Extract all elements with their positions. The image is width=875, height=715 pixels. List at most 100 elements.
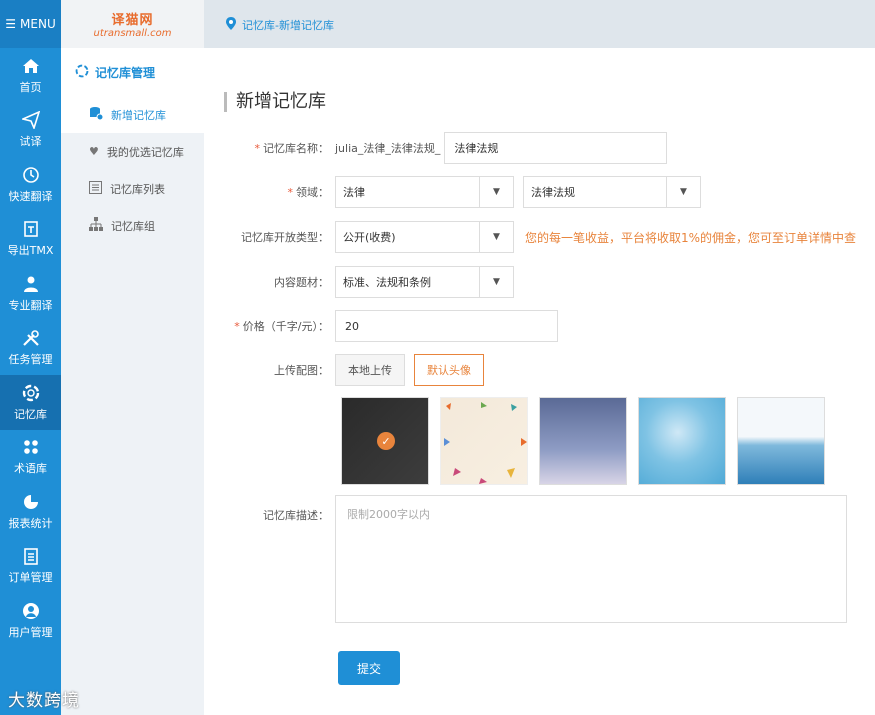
description-label: 记忆库描述： [263, 509, 329, 522]
translator-icon [21, 274, 41, 294]
paper-plane-icon [21, 110, 41, 130]
nav-item-pro-translate[interactable]: 专业翻译 [0, 266, 61, 321]
subdomain-select[interactable]: 法律法规 ▼ [523, 176, 701, 208]
subnav-title: 记忆库管理 [61, 48, 204, 96]
local-upload-button[interactable]: 本地上传 [335, 354, 405, 386]
logo-text-cn: 译猫网 [111, 13, 154, 28]
subnav-item-label: 新增记忆库 [111, 108, 166, 122]
nav-label: 快速翻译 [8, 189, 53, 203]
home-icon [21, 56, 41, 76]
logo-text-en: utransmall.com [93, 28, 172, 39]
nav-label: 专业翻译 [8, 298, 53, 312]
nav-label: 报表统计 [8, 516, 53, 530]
nav-label: 首页 [19, 80, 42, 94]
page-title: 新增记忆库 [224, 92, 326, 112]
commission-note: 您的每一笔收益，平台将收取1%的佣金，您可至订单详情中查 [525, 230, 857, 245]
nav-item-quick-translate[interactable]: 快速翻译 [0, 157, 61, 212]
subnav-item-groups[interactable]: 记忆库组 [61, 207, 204, 244]
nav-item-export-tmx[interactable]: 导出TMX [0, 212, 61, 267]
open-type-label: 记忆库开放类型： [241, 231, 329, 244]
lifebuoy-icon [75, 64, 89, 81]
clock-icon [21, 165, 41, 185]
cover-image-option[interactable] [440, 397, 528, 485]
open-type-select[interactable]: 公开(收费) ▼ [335, 221, 514, 253]
export-icon [21, 219, 41, 239]
default-avatar-button[interactable]: 默认头像 [414, 354, 484, 386]
clipboard-icon [21, 546, 41, 566]
cover-image-option[interactable]: ✓ [341, 397, 429, 485]
cover-image-option[interactable] [737, 397, 825, 485]
nav-label: 用户管理 [8, 625, 53, 639]
description-textarea[interactable]: 限制2000字以内 [335, 495, 847, 623]
nav-label: 导出TMX [7, 244, 54, 258]
breadcrumb: 记忆库-新增记忆库 [226, 17, 334, 33]
breadcrumb-text[interactable]: 记忆库-新增记忆库 [242, 17, 334, 33]
price-label: * 价格（千字/元）： [234, 320, 329, 333]
list-icon [89, 180, 102, 197]
subnav-item-label: 记忆库组 [111, 219, 155, 233]
nav-item-home[interactable]: 首页 [0, 48, 61, 103]
main-sidebar: ☰ MENU 首页 试译 快速翻译 导出TMX 专业翻译 任务管理 记忆库 术语… [0, 0, 61, 715]
subnav-item-add-memory[interactable]: 新增记忆库 [61, 96, 204, 133]
name-input[interactable]: 法律法规 [444, 132, 668, 164]
name-row: * 记忆库名称： julia_法律_法律法规_ 法律法规 [204, 132, 668, 164]
subject-select[interactable]: 标准、法规和条例 ▼ [335, 266, 514, 298]
nav-label: 试译 [19, 135, 42, 149]
subnav-item-list[interactable]: 记忆库列表 [61, 170, 204, 207]
open-type-row: 记忆库开放类型： 公开(收费) ▼ 您的每一笔收益，平台将收取1%的佣金，您可至订… [204, 221, 856, 253]
confetti-pattern [444, 402, 527, 484]
pie-chart-icon [21, 492, 41, 512]
nav-label: 任务管理 [8, 353, 53, 367]
upload-label: 上传配图： [274, 364, 329, 377]
upload-row: 上传配图： 本地上传 默认头像 [204, 354, 484, 386]
nav-item-memory[interactable]: 记忆库 [0, 375, 61, 430]
org-chart-icon [89, 217, 103, 234]
nav-item-reports[interactable]: 报表统计 [0, 484, 61, 539]
subnav-item-label: 记忆库列表 [110, 182, 165, 196]
name-label: * 记忆库名称： [254, 142, 330, 155]
grid-dots-icon [21, 437, 41, 457]
cover-image-option[interactable] [539, 397, 627, 485]
domain-select[interactable]: 法律 ▼ [335, 176, 514, 208]
name-prefix: julia_法律_法律法规_ [335, 142, 441, 155]
cover-image-option[interactable] [638, 397, 726, 485]
heart-icon: ♥ [89, 145, 99, 158]
top-bar: 译猫网 utransmall.com 记忆库-新增记忆库 [61, 0, 875, 48]
nav-item-tasks[interactable]: 任务管理 [0, 321, 61, 376]
main-content: 新增记忆库 * 记忆库名称： julia_法律_法律法规_ 法律法规 * 领域： 法… [204, 48, 875, 715]
nav-item-terms[interactable]: 术语库 [0, 430, 61, 485]
menu-label: MENU [20, 17, 56, 31]
hamburger-icon: ☰ [5, 17, 17, 31]
nav-label: 订单管理 [8, 571, 53, 585]
watermark: 大数跨境 [8, 691, 80, 711]
checkmark-icon: ✓ [377, 432, 395, 450]
subnav-item-favorites[interactable]: ♥ 我的优选记忆库 [61, 133, 204, 170]
nav-item-trial[interactable]: 试译 [0, 103, 61, 158]
subnav-item-label: 我的优选记忆库 [106, 145, 184, 159]
caret-down-icon: ▼ [479, 267, 513, 297]
logo[interactable]: 译猫网 utransmall.com [61, 0, 204, 48]
domain-row: * 领域： 法律 ▼ 法律法规 ▼ [204, 176, 701, 208]
lifebuoy-icon [21, 383, 41, 403]
caret-down-icon: ▼ [479, 222, 513, 252]
nav-item-orders[interactable]: 订单管理 [0, 539, 61, 594]
caret-down-icon: ▼ [666, 177, 700, 207]
nav-label: 术语库 [14, 462, 47, 476]
tools-icon [21, 328, 41, 348]
database-add-icon [89, 106, 104, 123]
subject-row: 内容题材： 标准、法规和条例 ▼ [204, 266, 514, 298]
price-input[interactable]: 20 [335, 310, 558, 342]
subnav-title-label: 记忆库管理 [95, 65, 156, 80]
submit-button[interactable]: 提交 [338, 651, 400, 685]
user-icon [21, 601, 41, 621]
description-row: 记忆库描述： 限制2000字以内 [204, 495, 847, 623]
caret-down-icon: ▼ [479, 177, 513, 207]
nav-item-users[interactable]: 用户管理 [0, 593, 61, 648]
secondary-sidebar: 记忆库管理 新增记忆库 ♥ 我的优选记忆库 记忆库列表 记忆库组 [61, 48, 204, 715]
subject-label: 内容题材： [274, 276, 329, 289]
nav-label: 记忆库 [14, 407, 47, 421]
price-row: * 价格（千字/元）： 20 [204, 310, 558, 342]
location-pin-icon [226, 17, 236, 33]
menu-button[interactable]: ☰ MENU [0, 0, 61, 48]
domain-label: * 领域： [287, 186, 330, 199]
